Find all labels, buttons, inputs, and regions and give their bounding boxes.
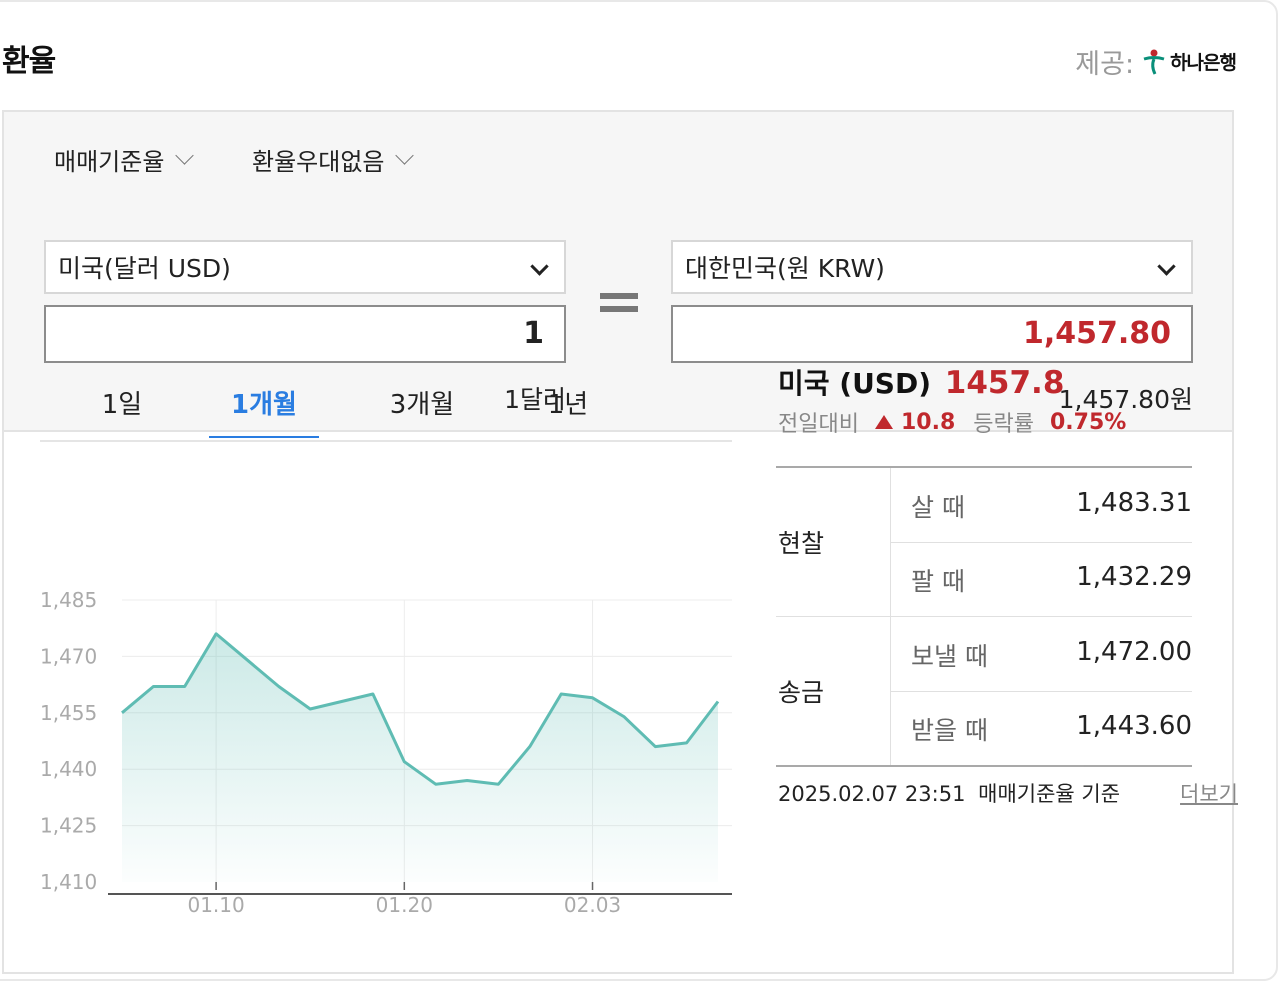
- period-tabs: 1일 1개월 3개월 1년: [40, 378, 732, 442]
- remit-receive-value: 1,443.60: [1076, 711, 1192, 741]
- from-amount-input[interactable]: 1: [44, 305, 566, 363]
- remit-receive-label: 받을 때: [911, 716, 988, 745]
- tab-1-month[interactable]: 1개월: [224, 384, 304, 421]
- timestamp: 2025.02.07 23:51: [778, 782, 966, 806]
- y-tick-label: 1,425: [40, 814, 97, 838]
- tab-1-day[interactable]: 1일: [82, 384, 162, 421]
- cash-buy-row: 살 때 1,483.31: [891, 468, 1192, 543]
- cash-sell-label: 팔 때: [911, 567, 965, 596]
- hana-logo-icon: [1143, 49, 1165, 75]
- y-tick-label: 1,470: [40, 644, 97, 668]
- x-tick-label: 01.10: [187, 893, 244, 917]
- remit-send-label: 보낼 때: [911, 642, 988, 671]
- y-tick-label: 1,410: [40, 870, 97, 894]
- provider-info: 제공: 하나은행: [1075, 42, 1237, 81]
- y-tick-label: 1,455: [40, 701, 97, 725]
- preference-label: 환율우대없음: [252, 148, 385, 176]
- change-rate-label: 등락률: [973, 412, 1034, 437]
- change-value: 10.8: [900, 409, 956, 435]
- provider-label: 제공:: [1075, 49, 1135, 80]
- more-link[interactable]: 더보기: [1180, 778, 1238, 808]
- remit-send-value: 1,472.00: [1076, 637, 1192, 667]
- chevron-down-icon: [395, 146, 415, 165]
- from-currency-select[interactable]: 미국(달러 USD): [44, 240, 566, 294]
- chevron-down-icon: [175, 146, 195, 165]
- exchange-rate-chart: 1,410 1,425 1,440 1,455 1,470 1,485 01.10 01.20…: [40, 588, 732, 917]
- remittance-label: 송금: [778, 678, 825, 707]
- change-rate: 0.75%: [1049, 409, 1127, 435]
- current-rate: 1457.8: [944, 365, 1065, 401]
- rate-type-label: 매매기준율: [54, 148, 165, 176]
- up-triangle-icon: [874, 415, 893, 429]
- rate-type-dropdown[interactable]: 매매기준율: [54, 142, 195, 177]
- provider-name: 하나은행: [1170, 52, 1237, 74]
- summary-title: 미국 (USD) 1457.8: [778, 362, 1064, 402]
- tab-3-months[interactable]: 3개월: [380, 384, 464, 421]
- area-fill: [122, 633, 718, 882]
- caret-down-icon: [530, 257, 549, 276]
- cash-buy-label: 살 때: [911, 493, 965, 522]
- change-row: 전일대비 10.8 등락률 0.75%: [778, 406, 1126, 438]
- caret-down-icon: [1157, 257, 1176, 276]
- change-label: 전일대비: [778, 412, 859, 437]
- tab-1-year[interactable]: 1년: [528, 384, 608, 421]
- x-tick-label: 02.03: [564, 893, 621, 917]
- to-currency-label: 대한민국(원 KRW): [685, 254, 885, 283]
- cash-sell-row: 팔 때 1,432.29: [891, 542, 1192, 616]
- currency-title: 미국 (USD): [778, 367, 932, 400]
- cash-sell-value: 1,432.29: [1076, 562, 1192, 592]
- to-currency-select[interactable]: 대한민국(원 KRW): [671, 240, 1193, 294]
- page-title: 환율: [2, 44, 56, 79]
- rate-table: 현찰 살 때 1,483.31 팔 때 1,432.29 송금 보낼 때 1,4…: [776, 466, 1192, 767]
- active-tab-indicator: [209, 436, 319, 438]
- from-currency-label: 미국(달러 USD): [58, 254, 231, 283]
- y-tick-label: 1,485: [40, 588, 97, 612]
- cash-group: 현찰 살 때 1,483.31 팔 때 1,432.29: [776, 468, 1192, 617]
- filter-bar: 매매기준율 환율우대없음: [4, 112, 1232, 202]
- remittance-group: 송금 보낼 때 1,472.00 받을 때 1,443.60: [776, 617, 1192, 767]
- footer-note: 2025.02.07 23:51 매매기준율 기준: [778, 778, 1120, 808]
- y-tick-label: 1,440: [40, 757, 97, 781]
- cash-buy-value: 1,483.31: [1076, 488, 1192, 518]
- remit-send-row: 보낼 때 1,472.00: [891, 617, 1192, 692]
- hana-bank-logo: 하나은행: [1142, 48, 1237, 76]
- remit-receive-row: 받을 때 1,443.60: [891, 691, 1192, 765]
- cash-label: 현찰: [778, 529, 825, 558]
- basis-text: 매매기준율 기준: [978, 782, 1121, 806]
- equals-icon: [600, 293, 638, 319]
- to-amount-input[interactable]: 1,457.80: [671, 305, 1193, 363]
- preference-dropdown[interactable]: 환율우대없음: [252, 142, 415, 177]
- x-tick-label: 01.20: [376, 893, 433, 917]
